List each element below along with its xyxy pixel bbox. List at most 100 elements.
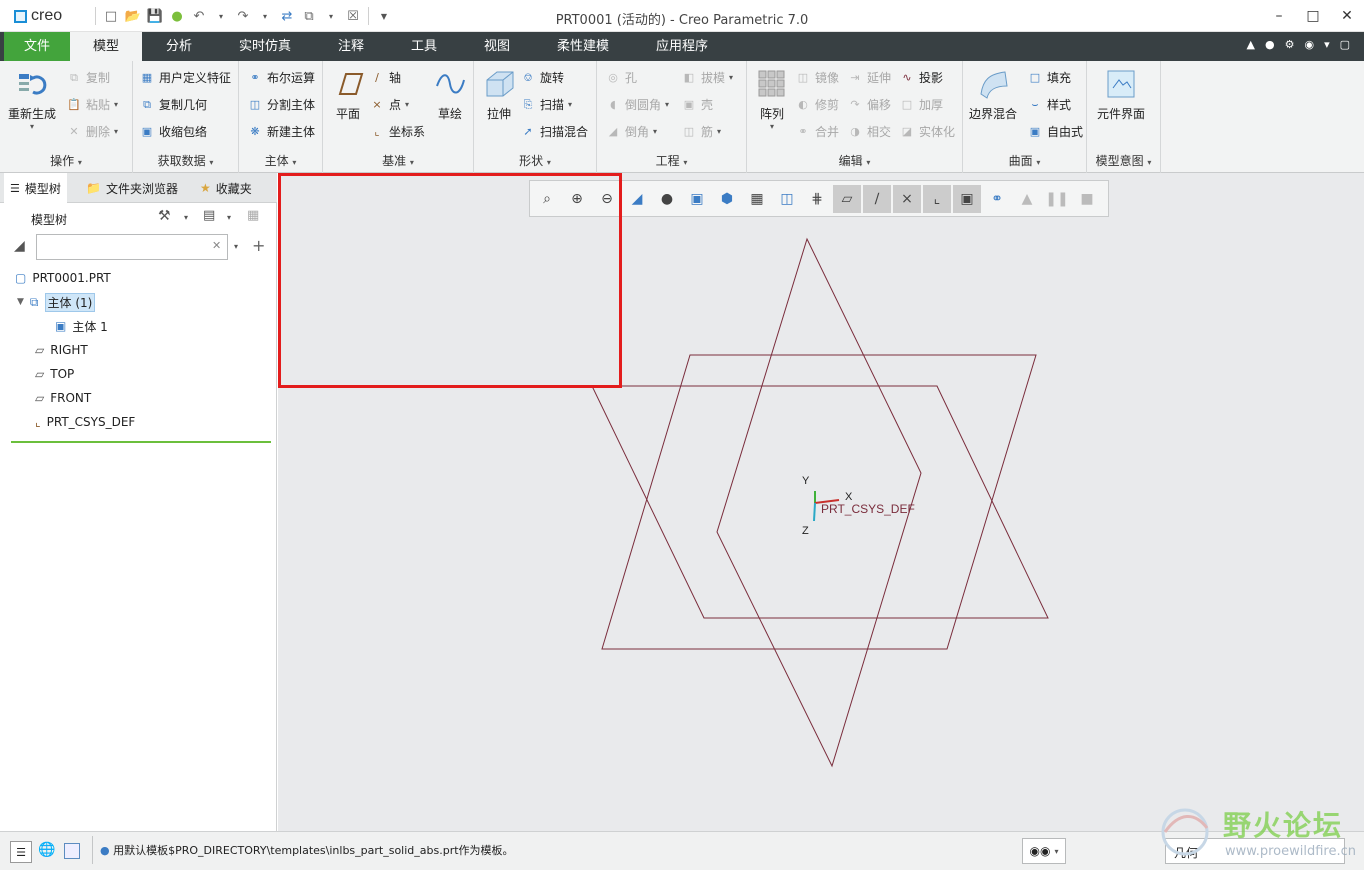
revolve-button[interactable]: ⎊ 旋转 <box>520 69 564 86</box>
tree-item-front[interactable]: ▱ FRONT <box>35 387 91 409</box>
selection-filter-dropdown[interactable]: 几何 <box>1165 838 1345 864</box>
sketch-button[interactable]: 草绘 <box>433 67 467 122</box>
group-label-body[interactable]: 主体 ▾ <box>239 152 322 169</box>
tree-item-top[interactable]: ▱ TOP <box>35 363 74 385</box>
draft-button[interactable]: ◧ 拔模 ▾ <box>681 69 733 86</box>
solidify-button[interactable]: ◪ 实体化 <box>899 123 955 140</box>
boundary-blend-button[interactable]: 边界混合 <box>969 67 1017 122</box>
hole-button[interactable]: ◎ 孔 <box>605 69 637 86</box>
tree-filter-icon[interactable]: ▦ <box>247 208 259 223</box>
show-dropdown-icon[interactable]: ▾ <box>227 213 231 222</box>
pattern-button[interactable]: 阵列 ▾ <box>755 67 789 131</box>
freestyle-button[interactable]: ▣ 自由式 <box>1027 123 1083 140</box>
intersect-button[interactable]: ◑ 相交 <box>847 123 891 140</box>
extrude-button[interactable]: 拉伸 <box>482 67 516 122</box>
project-button[interactable]: ∿ 投影 <box>899 69 943 86</box>
regen-model-icon[interactable]: ⇄ <box>277 6 297 26</box>
split-body-button[interactable]: ◫ 分割主体 <box>247 96 315 113</box>
thicken-button[interactable]: □ 加厚 <box>899 96 943 113</box>
regenerate-icon[interactable]: ● <box>167 6 187 26</box>
tab-view[interactable]: 视图 <box>460 32 534 61</box>
close-window-icon[interactable]: ☒ <box>343 6 363 26</box>
tab-file[interactable]: 文件 <box>4 32 70 61</box>
shell-button[interactable]: ▣ 壳 <box>681 96 713 113</box>
undo-icon[interactable]: ↶ <box>189 6 209 26</box>
group-label-datum[interactable]: 基准 ▾ <box>323 152 473 169</box>
boolean-button[interactable]: ⚭ 布尔运算 <box>247 69 315 86</box>
new-body-button[interactable]: ❋ 新建主体 <box>247 123 315 140</box>
add-filter-icon[interactable]: + <box>252 236 265 255</box>
tree-settings-icon[interactable]: ⚒ <box>158 208 171 224</box>
sweep-dropdown-icon[interactable]: ▾ <box>568 100 572 109</box>
group-label-shapes[interactable]: 形状 ▾ <box>474 152 596 169</box>
tree-item-body-1[interactable]: ▣ 主体 1 <box>55 315 108 337</box>
trim-button[interactable]: ◐ 修剪 <box>795 96 839 113</box>
settings-icon[interactable]: ⚙ <box>1285 38 1295 51</box>
tab-tools[interactable]: 工具 <box>388 32 460 61</box>
udf-button[interactable]: ▦ 用户定义特征 <box>139 69 231 86</box>
copy-geometry-button[interactable]: ⧉ 复制几何 <box>139 96 207 113</box>
merge-button[interactable]: ⚭ 合并 <box>795 123 839 140</box>
mirror-button[interactable]: ◫ 镜像 <box>795 69 839 86</box>
maximize-icon[interactable]: □ <box>1296 0 1330 32</box>
group-label-engineering[interactable]: 工程 ▾ <box>597 152 746 169</box>
save-icon[interactable]: 💾 <box>145 6 165 26</box>
redo-dropdown-icon[interactable]: ▾ <box>255 6 275 26</box>
csys-button[interactable]: ⌞ 坐标系 <box>369 123 425 140</box>
delete-button[interactable]: ✕ 删除 ▾ <box>66 123 118 140</box>
rib-dropdown-icon[interactable]: ▾ <box>717 127 721 136</box>
group-label-surfaces[interactable]: 曲面 ▾ <box>963 152 1086 169</box>
tab-favorites[interactable]: ★ 收藏夹 <box>194 173 258 203</box>
expand-arrow-icon[interactable]: ▼ <box>17 297 24 307</box>
tab-flexible-modeling[interactable]: 柔性建模 <box>534 32 632 61</box>
sweep-button[interactable]: ⎘ 扫描 ▾ <box>520 96 572 113</box>
group-label-model-intent[interactable]: 模型意图 ▾ <box>1087 152 1160 169</box>
shrinkwrap-button[interactable]: ▣ 收缩包络 <box>139 123 207 140</box>
collapse-ribbon-icon[interactable]: ▲ <box>1247 38 1255 51</box>
tree-item-bodies[interactable]: ▼ ⧉ 主体 (1) <box>17 291 96 313</box>
tree-item-csys[interactable]: ⌞ PRT_CSYS_DEF <box>35 411 135 433</box>
round-button[interactable]: ◖ 倒圆角 ▾ <box>605 96 669 113</box>
tab-model[interactable]: 模型 <box>70 32 142 62</box>
delete-dropdown-icon[interactable]: ▾ <box>114 127 118 136</box>
redo-icon[interactable]: ↷ <box>233 6 253 26</box>
offset-button[interactable]: ↷ 偏移 <box>847 96 891 113</box>
fill-button[interactable]: □ 填充 <box>1027 69 1071 86</box>
tree-settings-dropdown-icon[interactable]: ▾ <box>184 213 188 222</box>
windows-dropdown-icon[interactable]: ▾ <box>321 6 341 26</box>
windows-icon[interactable]: ⧉ <box>299 6 319 26</box>
funnel-icon[interactable]: ◢ <box>14 238 25 254</box>
chamfer-dropdown-icon[interactable]: ▾ <box>653 127 657 136</box>
draft-dropdown-icon[interactable]: ▾ <box>729 73 733 82</box>
plane-button[interactable]: 平面 <box>331 67 365 122</box>
new-file-icon[interactable]: □ <box>101 6 121 26</box>
find-button[interactable]: ◉◉ ▾ <box>1022 838 1066 864</box>
group-label-editing[interactable]: 编辑 ▾ <box>747 152 962 169</box>
user-icon[interactable]: ● <box>1265 38 1275 51</box>
fullscreen-icon[interactable] <box>64 843 80 859</box>
help-icon[interactable]: ◉ <box>1304 38 1314 51</box>
tab-annotate[interactable]: 注释 <box>314 32 388 61</box>
tab-applications[interactable]: 应用程序 <box>632 32 732 61</box>
tree-search-input[interactable] <box>36 234 228 260</box>
search-dropdown-icon[interactable]: ▾ <box>234 242 238 251</box>
tab-analysis[interactable]: 分析 <box>142 32 216 61</box>
open-folder-icon[interactable]: 📂 <box>123 6 143 26</box>
undo-dropdown-icon[interactable]: ▾ <box>211 6 231 26</box>
tab-folder-browser[interactable]: 📁 文件夹浏览器 <box>80 173 184 203</box>
rib-button[interactable]: ◫ 筋 ▾ <box>681 123 721 140</box>
customize-qat-icon[interactable]: ▼ <box>374 6 394 26</box>
tree-item-part[interactable]: ▢ PRT0001.PRT <box>15 267 111 289</box>
axis-button[interactable]: ∕ 轴 <box>369 69 401 86</box>
tab-model-tree[interactable]: ☰ 模型树 <box>4 173 67 204</box>
group-label-get-data[interactable]: 获取数据 ▾ <box>133 152 238 169</box>
pattern-dropdown-icon[interactable]: ▾ <box>770 122 774 131</box>
style-button[interactable]: ⌣ 样式 <box>1027 96 1071 113</box>
expand-icon[interactable]: ▢ <box>1340 38 1350 51</box>
point-button[interactable]: × 点 ▾ <box>369 96 409 113</box>
paste-button[interactable]: 📋 粘贴 ▾ <box>66 96 118 113</box>
round-dropdown-icon[interactable]: ▾ <box>665 100 669 109</box>
regenerate-dropdown-icon[interactable]: ▾ <box>30 122 34 131</box>
tab-live-simulation[interactable]: 实时仿真 <box>216 32 314 61</box>
point-dropdown-icon[interactable]: ▾ <box>405 100 409 109</box>
